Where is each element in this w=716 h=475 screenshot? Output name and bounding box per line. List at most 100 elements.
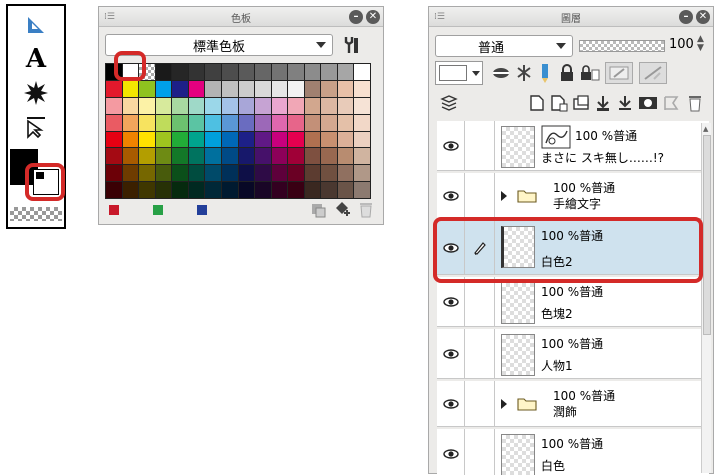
color-swatch[interactable]: [337, 165, 354, 182]
layer-color-select[interactable]: [435, 61, 483, 85]
color-swatch[interactable]: [354, 64, 370, 80]
eye-icon[interactable]: [437, 277, 465, 326]
color-swatch[interactable]: [271, 131, 288, 148]
color-swatch[interactable]: [155, 97, 172, 114]
color-swatch[interactable]: [304, 64, 321, 80]
trash-icon[interactable]: [685, 93, 705, 113]
clip-layer-icon[interactable]: [489, 63, 513, 83]
lock-layer-icon[interactable]: [557, 62, 577, 84]
delete-color-icon[interactable]: [309, 201, 327, 219]
color-swatch[interactable]: [172, 148, 188, 165]
new-raster-layer-icon[interactable]: [527, 93, 547, 113]
mask-enable-icon[interactable]: [605, 62, 633, 84]
color-swatch[interactable]: [354, 131, 370, 148]
color-swatch[interactable]: [139, 148, 155, 165]
color-swatch[interactable]: [255, 165, 271, 182]
blend-tool-icon[interactable]: [8, 78, 64, 108]
color-swatch[interactable]: [221, 165, 238, 182]
color-swatch[interactable]: [122, 165, 139, 182]
color-swatch[interactable]: [321, 148, 337, 165]
color-swatch[interactable]: [255, 182, 271, 198]
color-swatch[interactable]: [139, 165, 155, 182]
color-swatch[interactable]: [155, 182, 172, 198]
color-swatch[interactable]: [172, 131, 188, 148]
color-swatch[interactable]: [255, 114, 271, 131]
color-swatch[interactable]: [139, 114, 155, 131]
color-swatch[interactable]: [106, 80, 122, 97]
color-swatch[interactable]: [238, 64, 255, 80]
color-swatch[interactable]: [304, 114, 321, 131]
layer-row-2[interactable]: 100 %普通 手繪文字: [437, 173, 709, 219]
color-swatch[interactable]: [304, 182, 321, 198]
opacity-stepper[interactable]: ▲ ▼: [697, 35, 704, 53]
color-swatch[interactable]: [221, 148, 238, 165]
color-swatch[interactable]: [288, 182, 304, 198]
color-swatch[interactable]: [188, 165, 205, 182]
color-swatch[interactable]: [238, 97, 255, 114]
wrench-icon[interactable]: [339, 33, 363, 57]
color-swatch[interactable]: [106, 182, 122, 198]
folder-expand-icon[interactable]: [501, 399, 507, 409]
color-swatch[interactable]: [321, 165, 337, 182]
color-swatch[interactable]: [188, 97, 205, 114]
color-swatch[interactable]: [155, 165, 172, 182]
color-swatch[interactable]: [205, 97, 221, 114]
color-swatch[interactable]: [288, 97, 304, 114]
lock-transparent-icon[interactable]: [579, 62, 601, 84]
color-swatch[interactable]: [321, 97, 337, 114]
draft-layer-icon[interactable]: [535, 62, 555, 84]
recent-color-swatch[interactable]: [109, 205, 119, 215]
color-swatch[interactable]: [106, 148, 122, 165]
color-swatch[interactable]: [122, 131, 139, 148]
color-swatch[interactable]: [238, 131, 255, 148]
color-swatch[interactable]: [271, 148, 288, 165]
color-swatch[interactable]: [337, 114, 354, 131]
color-swatch[interactable]: [139, 80, 155, 97]
layer-lock-cell[interactable]: [465, 173, 495, 218]
apply-mask-icon[interactable]: [661, 93, 681, 113]
color-swatch[interactable]: [354, 148, 370, 165]
layer-row-5[interactable]: 100 %普通 人物1: [437, 329, 709, 379]
color-swatch[interactable]: [188, 80, 205, 97]
color-swatch[interactable]: [221, 97, 238, 114]
color-swatch[interactable]: [205, 165, 221, 182]
new-folder-icon[interactable]: [571, 93, 591, 113]
color-swatch[interactable]: [205, 182, 221, 198]
color-swatch[interactable]: [337, 148, 354, 165]
color-swatch[interactable]: [321, 80, 337, 97]
color-swatch[interactable]: [238, 165, 255, 182]
reference-layer-icon[interactable]: [513, 62, 535, 84]
folder-expand-icon[interactable]: [501, 191, 507, 201]
color-swatch[interactable]: [271, 182, 288, 198]
close-icon[interactable]: ✕: [696, 10, 710, 24]
layer-row-7[interactable]: 100 %普通 白色: [437, 429, 709, 475]
scroll-up-icon[interactable]: ▲: [703, 125, 708, 133]
color-swatch[interactable]: [221, 64, 238, 80]
eye-icon[interactable]: [437, 173, 465, 218]
color-swatch[interactable]: [238, 148, 255, 165]
recent-color-swatch[interactable]: [153, 205, 163, 215]
color-swatch[interactable]: [304, 131, 321, 148]
layer-property-icon[interactable]: [439, 93, 459, 113]
color-swatch[interactable]: [354, 165, 370, 182]
eye-icon[interactable]: [437, 121, 465, 170]
color-swatch[interactable]: [188, 182, 205, 198]
trash-icon[interactable]: [357, 200, 375, 218]
color-swatch[interactable]: [288, 148, 304, 165]
color-swatch[interactable]: [205, 64, 221, 80]
operation-tool-icon[interactable]: [8, 112, 64, 142]
color-swatch[interactable]: [106, 131, 122, 148]
layer-scrollbar[interactable]: ▲: [701, 123, 711, 473]
layer-row-6[interactable]: 100 %普通 潤飾: [437, 381, 709, 427]
color-swatch[interactable]: [221, 80, 238, 97]
eye-icon[interactable]: [437, 429, 465, 475]
color-swatch[interactable]: [288, 64, 304, 80]
color-swatch[interactable]: [106, 114, 122, 131]
color-swatch[interactable]: [122, 114, 139, 131]
color-swatch[interactable]: [255, 64, 271, 80]
color-swatch[interactable]: [172, 182, 188, 198]
color-swatch[interactable]: [172, 80, 188, 97]
minimize-icon[interactable]: –: [679, 10, 693, 24]
color-swatch[interactable]: [172, 165, 188, 182]
color-swatch[interactable]: [255, 80, 271, 97]
